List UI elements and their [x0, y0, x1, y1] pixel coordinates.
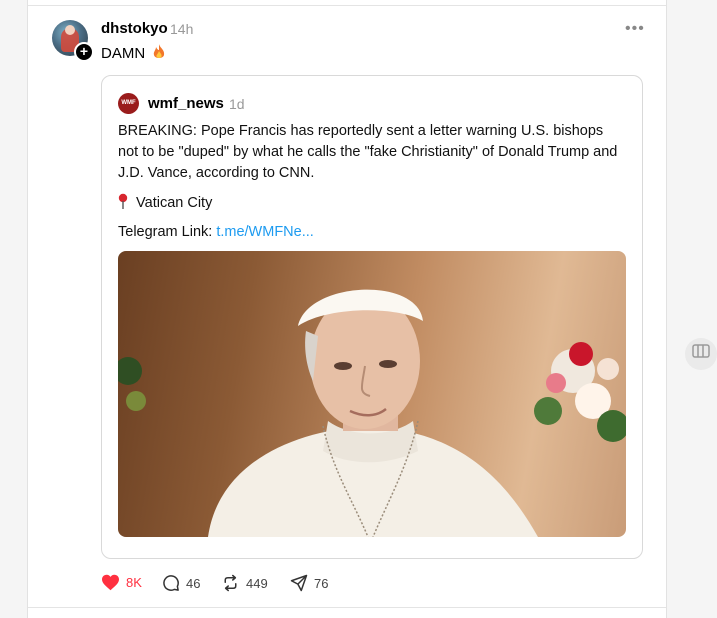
- follow-plus-icon[interactable]: +: [74, 42, 94, 62]
- fire-icon: [152, 44, 166, 64]
- more-options-button[interactable]: •••: [625, 20, 645, 38]
- divider: [28, 5, 666, 6]
- send-icon: [290, 574, 308, 592]
- telegram-link[interactable]: t.me/WMFNe...: [216, 224, 313, 240]
- location-text: Vatican City: [136, 195, 213, 211]
- pin-icon: [118, 193, 128, 213]
- reply-button[interactable]: 46: [162, 574, 200, 592]
- share-button[interactable]: 76: [290, 574, 328, 592]
- post-text: DAMN: [101, 44, 166, 64]
- post-timestamp[interactable]: 14h: [170, 21, 193, 37]
- post-card: + dhstokyo 14h ••• DAMN WMF wmf_news 1d …: [27, 0, 667, 618]
- repost-button[interactable]: 449: [221, 574, 268, 592]
- side-panel-icon[interactable]: [685, 338, 717, 370]
- like-button[interactable]: 8K: [101, 574, 142, 591]
- quoted-text: BREAKING: Pope Francis has reportedly se…: [118, 123, 618, 181]
- repost-count: 449: [246, 575, 268, 591]
- post-text-content: DAMN: [101, 45, 146, 62]
- share-count: 76: [314, 575, 329, 591]
- reply-count: 46: [186, 575, 201, 591]
- heart-icon: [102, 574, 119, 591]
- quoted-avatar[interactable]: WMF: [118, 93, 139, 114]
- repost-icon: [224, 574, 237, 592]
- quoted-post[interactable]: WMF wmf_news 1d BREAKING: Pope Francis h…: [101, 75, 643, 559]
- post-image[interactable]: [118, 251, 626, 537]
- quoted-location: Vatican City: [118, 193, 212, 213]
- quoted-username[interactable]: wmf_news: [148, 95, 224, 112]
- divider: [28, 607, 666, 608]
- post-username[interactable]: dhstokyo: [101, 20, 168, 37]
- quoted-link-row: Telegram Link: t.me/WMFNe...: [118, 224, 314, 240]
- comment-icon: [163, 575, 179, 591]
- quoted-timestamp[interactable]: 1d: [229, 96, 245, 112]
- like-count: 8K: [126, 575, 142, 590]
- link-label: Telegram Link:: [118, 224, 213, 240]
